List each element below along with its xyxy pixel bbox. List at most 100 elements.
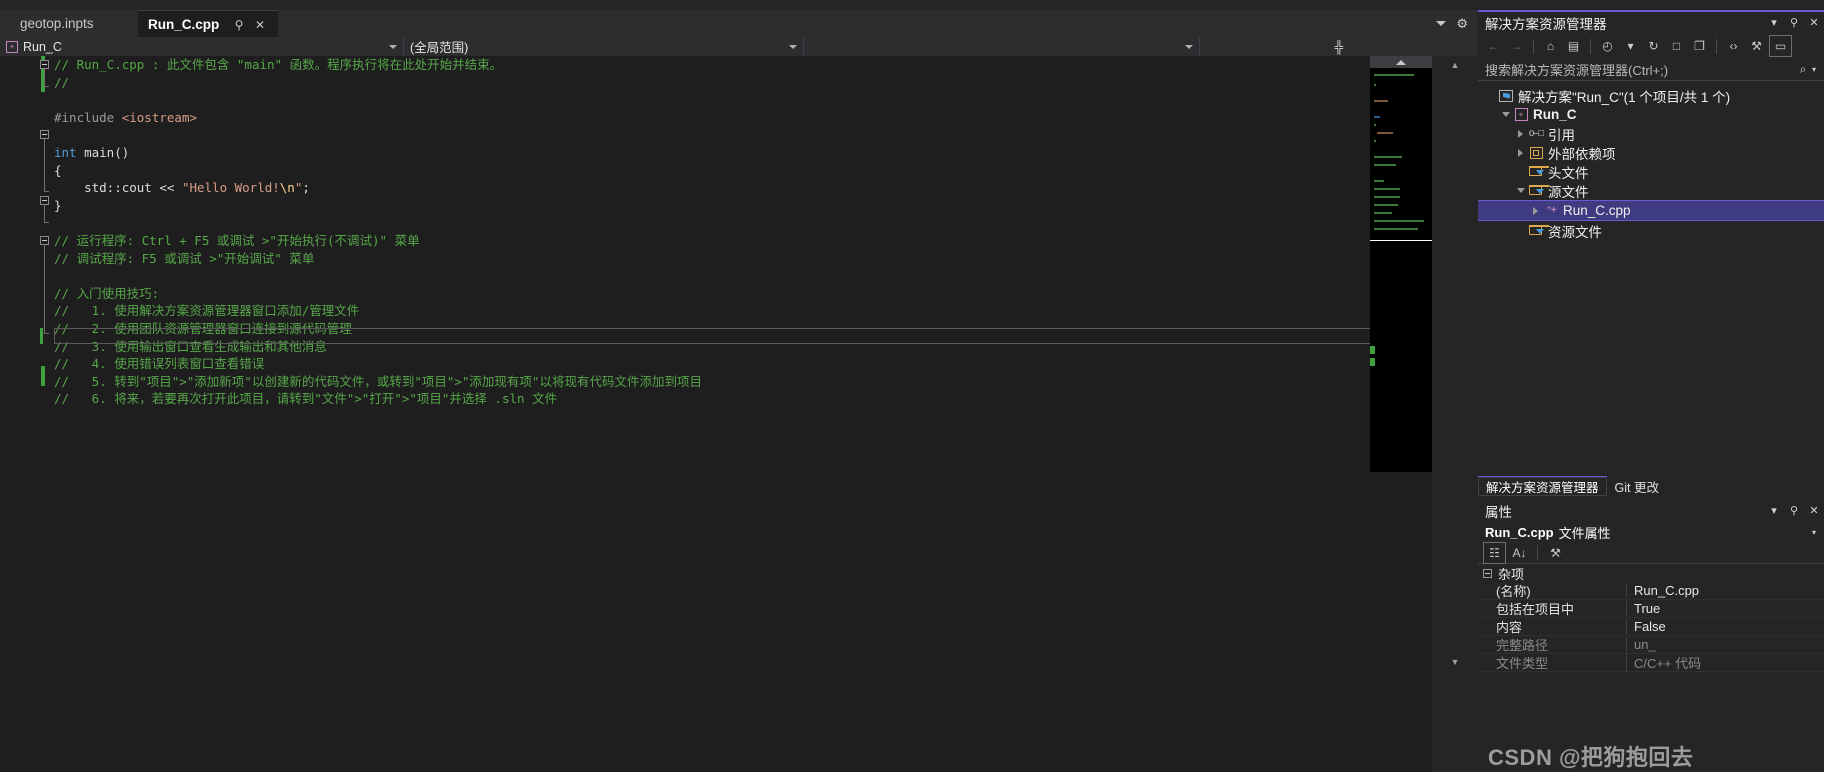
properties-toolbar: ☷ A↓ ⚒ [1478, 541, 1824, 564]
collapse-icon[interactable] [1483, 568, 1492, 578]
pin-icon[interactable]: ⚲ [232, 18, 246, 32]
project-scope-dropdown[interactable]: + Run_C [0, 37, 404, 56]
solution-view-icon[interactable]: ▤ [1563, 36, 1584, 56]
back-icon[interactable]: ← [1483, 36, 1504, 56]
search-input[interactable]: 搜索解决方案资源管理器(Ctrl+;) [1478, 60, 1794, 79]
folding-margin[interactable] [40, 56, 54, 772]
editor-tab-geotop[interactable]: geotop.inpts [10, 10, 138, 37]
fold-toggle-icon[interactable] [40, 130, 49, 139]
alphabetical-sort-icon[interactable]: A↓ [1509, 543, 1530, 563]
properties-wrench-icon[interactable]: ⚒ [1746, 36, 1767, 56]
code-token: main() [76, 144, 130, 160]
pin-icon[interactable]: ⚲ [1784, 13, 1804, 33]
search-icon[interactable]: ⌕ [1794, 62, 1812, 77]
pending-changes-dropdown-icon[interactable]: ▾ [1620, 36, 1641, 56]
minimap-line [1374, 196, 1400, 198]
collapse-all-icon[interactable]: □ [1666, 36, 1687, 56]
toolbar-separator [1716, 38, 1717, 54]
properties-subject-selector[interactable]: Run_C.cpp 文件属性 ▾ [1478, 522, 1824, 542]
properties-title-bar: 属性 ▾ ⚲ ✕ [1478, 500, 1824, 522]
chevron-right-icon[interactable] [1514, 127, 1527, 140]
tree-item-filter-folder-icon[interactable]: 头文件 [1478, 162, 1824, 181]
view-code-icon[interactable]: ‹› [1723, 36, 1744, 56]
tree-item-cpp-file-icon[interactable]: ⁺+ Run_C.cpp [1478, 200, 1824, 221]
fold-toggle-icon[interactable] [40, 60, 49, 69]
properties-title: 属性 [1485, 505, 1512, 520]
fold-guide [44, 69, 45, 86]
gear-icon[interactable]: ⚙ [1456, 17, 1468, 30]
fold-toggle-icon[interactable] [40, 236, 49, 245]
chevron-down-icon[interactable] [1436, 21, 1447, 26]
chevron-down-icon[interactable] [1499, 108, 1512, 121]
toolbar-separator [1590, 38, 1591, 54]
property-row[interactable]: 包括在项目中 True [1478, 600, 1824, 618]
chevron-down-icon[interactable]: ▾ [1812, 528, 1816, 537]
title-dotted-filler [1614, 22, 1756, 24]
property-row[interactable]: 内容 False [1478, 618, 1824, 636]
close-icon[interactable]: ✕ [1804, 501, 1824, 521]
editor-vertical-scrollbar[interactable]: ▲ ▼ [1432, 56, 1478, 772]
code-line: int main() [54, 144, 1400, 162]
tree-item-filter-folder-icon[interactable]: 资源文件 [1478, 221, 1824, 240]
chevron-down-icon [1185, 44, 1193, 49]
chevron-down-icon[interactable]: ▾ [1812, 65, 1824, 74]
tree-item-filter-folder-icon[interactable]: 源文件 [1478, 181, 1824, 200]
split-window-button[interactable]: ╬ [1200, 37, 1478, 56]
properties-window: 属性 ▾ ⚲ ✕ Run_C.cpp 文件属性 ▾ ☷ A↓ ⚒ 杂项 (名称) Ru… [1478, 500, 1824, 772]
property-row[interactable]: (名称) Run_C.cpp [1478, 582, 1824, 600]
pending-changes-icon[interactable]: ◴ [1597, 36, 1618, 56]
chevron-right-icon[interactable] [1529, 204, 1542, 217]
property-value[interactable]: Run_C.cpp [1626, 583, 1824, 598]
code-text[interactable]: // Run_C.cpp : 此文件包含 "main" 函数。程序执行将在此处开… [54, 56, 1400, 425]
tree-item-references-icon[interactable]: o–□ 引用 [1478, 124, 1824, 143]
code-editor-surface[interactable]: // Run_C.cpp : 此文件包含 "main" 函数。程序执行将在此处开… [0, 56, 1478, 772]
property-value[interactable]: un_ [1626, 637, 1824, 652]
close-icon[interactable]: ✕ [253, 18, 267, 32]
solution-tree[interactable]: 解决方案"Run_C"(1 个项目/共 1 个) + Run_C o–□ 引用 外部依赖项… [1478, 82, 1824, 240]
chevron-right-icon[interactable] [1514, 146, 1527, 159]
code-line: std::cout << "Hello World!\n"; [54, 179, 1400, 197]
tree-item-external-dependencies-icon[interactable]: 外部依赖项 [1478, 143, 1824, 162]
pin-icon[interactable]: ⚲ [1784, 501, 1804, 521]
chevron-down-icon[interactable]: ▼ [1446, 653, 1464, 670]
code-line: // 4. 使用错误列表窗口查看错误 [54, 355, 1400, 373]
home-icon[interactable]: ⌂ [1540, 36, 1561, 56]
close-icon[interactable]: ✕ [1804, 13, 1824, 33]
property-value[interactable]: False [1626, 619, 1824, 634]
properties-grid[interactable]: 杂项 (名称) Run_C.cpp 包括在项目中 True 内容 False 完整路径 un_… [1478, 564, 1824, 672]
editor-tab-run-c-cpp[interactable]: Run_C.cpp [138, 10, 232, 37]
fold-guide [44, 205, 45, 222]
current-line-highlight [54, 328, 1400, 344]
minimap-collapse-button[interactable] [1370, 56, 1432, 68]
fold-toggle-icon[interactable] [40, 196, 49, 205]
properties-category-misc[interactable]: 杂项 [1478, 564, 1824, 582]
categorized-icon[interactable]: ☷ [1483, 541, 1506, 564]
chevron-down-icon[interactable]: ▾ [1764, 13, 1784, 33]
solution-explorer-search[interactable]: 搜索解决方案资源管理器(Ctrl+;) ⌕ ▾ [1478, 59, 1824, 81]
property-value[interactable]: True [1626, 601, 1824, 616]
minimap-canvas[interactable] [1370, 68, 1432, 472]
property-value[interactable]: C/C++ 代码 [1626, 653, 1824, 672]
preview-selected-items-icon[interactable]: ▭ [1769, 35, 1792, 57]
refresh-icon[interactable]: ↻ [1643, 36, 1664, 56]
forward-icon[interactable]: → [1506, 36, 1527, 56]
chevron-up-icon[interactable]: ▲ [1446, 56, 1464, 73]
minimap-line [1374, 212, 1392, 214]
chevron-down-icon[interactable]: ▾ [1764, 501, 1784, 521]
tree-item-cpp-project-icon[interactable]: + Run_C [1478, 105, 1824, 124]
member-scope-dropdown[interactable] [804, 37, 1200, 56]
code-line: // [54, 74, 1400, 92]
tree-item-solution-icon[interactable]: 解决方案"Run_C"(1 个项目/共 1 个) [1478, 86, 1824, 105]
dock-tab-git-changes[interactable]: Git 更改 [1607, 476, 1667, 496]
dock-tab-solution-explorer[interactable]: 解决方案资源管理器 [1478, 476, 1607, 496]
editor-region: geotop.inpts Run_C.cpp ⚲ ✕ ⚙ + Run_C (全局… [0, 0, 1478, 772]
property-row[interactable]: 完整路径 un_ [1478, 636, 1824, 654]
property-pages-icon[interactable]: ⚒ [1545, 543, 1566, 563]
type-scope-dropdown[interactable]: (全局范围) [404, 37, 804, 56]
code-line: // 入门使用技巧: [54, 285, 1400, 303]
property-row[interactable]: 文件类型 C/C++ 代码 [1478, 653, 1824, 672]
code-minimap[interactable] [1370, 56, 1432, 772]
chevron-down-icon[interactable] [1514, 184, 1527, 197]
show-all-files-icon[interactable]: ❐ [1689, 36, 1710, 56]
